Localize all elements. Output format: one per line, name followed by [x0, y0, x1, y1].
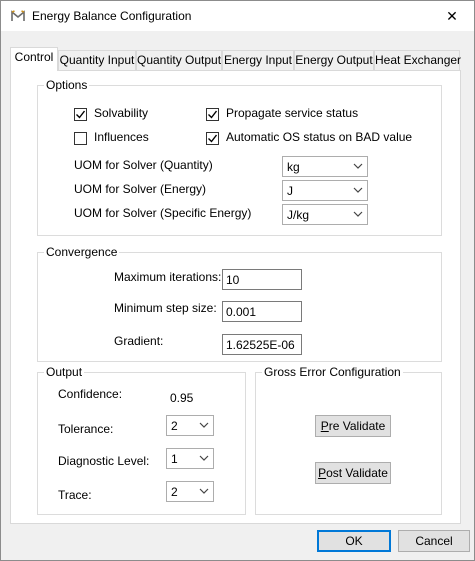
- control-tab-panel: Options Solvability Influences Propagate…: [10, 70, 461, 524]
- uom-quantity-label: UOM for Solver (Quantity): [74, 158, 213, 172]
- maximum-iterations-label: Maximum iterations:: [114, 270, 222, 284]
- confidence-label: Confidence:: [58, 387, 123, 401]
- diagnostic-level-select[interactable]: 1: [166, 448, 214, 469]
- trace-label: Trace:: [58, 488, 92, 502]
- chevron-down-icon: [199, 455, 209, 461]
- uom-quantity-select[interactable]: kg: [282, 156, 368, 177]
- propagate-service-status-checkbox[interactable]: [206, 108, 219, 121]
- uom-specific-energy-label: UOM for Solver (Specific Energy): [74, 206, 252, 220]
- post-validate-button[interactable]: Post Validate: [315, 462, 391, 484]
- gradient-input[interactable]: 1.62525E-06: [222, 334, 302, 355]
- confidence-value: 0.95: [170, 391, 194, 405]
- output-group: Output Confidence: 0.95 Tolerance: 2 Dia…: [37, 365, 246, 515]
- tab-energy-output[interactable]: Energy Output: [294, 50, 374, 70]
- convergence-group: Convergence Maximum iterations: 10 Minim…: [37, 245, 442, 362]
- maximum-iterations-input[interactable]: 10: [222, 269, 302, 290]
- minimum-step-size-input[interactable]: 0.001: [222, 301, 302, 322]
- chevron-down-icon: [353, 187, 363, 193]
- title-bar: Energy Balance Configuration ✕: [1, 1, 474, 31]
- uom-specific-energy-select[interactable]: J/kg: [282, 204, 368, 225]
- window-title: Energy Balance Configuration: [32, 9, 192, 23]
- ok-button[interactable]: OK: [317, 530, 391, 552]
- tab-quantity-input[interactable]: Quantity Input: [58, 50, 136, 70]
- diagnostic-level-label: Diagnostic Level:: [58, 454, 150, 468]
- tab-energy-input[interactable]: Energy Input: [222, 50, 294, 70]
- automatic-os-status-label: Automatic OS status on BAD value: [226, 130, 413, 144]
- uom-quantity-value: kg: [287, 160, 300, 174]
- chevron-down-icon: [353, 211, 363, 217]
- gross-error-legend: Gross Error Configuration: [262, 365, 403, 379]
- checkmark-icon: [208, 110, 217, 119]
- trace-select[interactable]: 2: [166, 481, 214, 502]
- chevron-down-icon: [199, 488, 209, 494]
- diagnostic-level-value: 1: [171, 452, 178, 466]
- chevron-down-icon: [353, 163, 363, 169]
- app-m-icon: [11, 10, 25, 21]
- solvability-label: Solvability: [94, 106, 149, 120]
- uom-specific-energy-value: J/kg: [287, 208, 310, 222]
- trace-value: 2: [171, 485, 178, 499]
- chevron-down-icon: [199, 422, 209, 428]
- automatic-os-status-checkbox[interactable]: [206, 132, 219, 145]
- close-button[interactable]: ✕: [430, 1, 474, 31]
- close-icon: ✕: [446, 8, 458, 24]
- tolerance-select[interactable]: 2: [166, 415, 214, 436]
- uom-energy-label: UOM for Solver (Energy): [74, 182, 207, 196]
- pre-validate-button[interactable]: Pre Validate: [315, 415, 391, 437]
- tab-quantity-output[interactable]: Quantity Output: [136, 50, 222, 70]
- propagate-service-status-label: Propagate service status: [226, 106, 359, 120]
- minimum-step-size-label: Minimum step size:: [114, 301, 217, 315]
- options-legend: Options: [44, 78, 90, 92]
- uom-energy-value: J: [287, 184, 293, 198]
- options-group: Options Solvability Influences Propagate…: [37, 78, 442, 236]
- influences-label: Influences: [94, 130, 149, 144]
- gradient-label: Gradient:: [114, 334, 164, 348]
- tolerance-value: 2: [171, 419, 178, 433]
- dialog-window: Energy Balance Configuration ✕ Control Q…: [0, 0, 475, 561]
- checkmark-icon: [76, 110, 85, 119]
- convergence-legend: Convergence: [44, 245, 120, 259]
- solvability-checkbox[interactable]: [74, 108, 87, 121]
- tolerance-label: Tolerance:: [58, 422, 114, 436]
- uom-energy-select[interactable]: J: [282, 180, 368, 201]
- gross-error-configuration-group: Gross Error Configuration Pre Validate P…: [255, 365, 442, 515]
- checkmark-icon: [208, 134, 217, 143]
- output-legend: Output: [44, 365, 85, 379]
- tab-control[interactable]: Control: [10, 47, 58, 71]
- tab-heat-exchanger[interactable]: Heat Exchanger: [374, 50, 461, 70]
- cancel-button[interactable]: Cancel: [398, 530, 470, 552]
- influences-checkbox[interactable]: [74, 132, 87, 145]
